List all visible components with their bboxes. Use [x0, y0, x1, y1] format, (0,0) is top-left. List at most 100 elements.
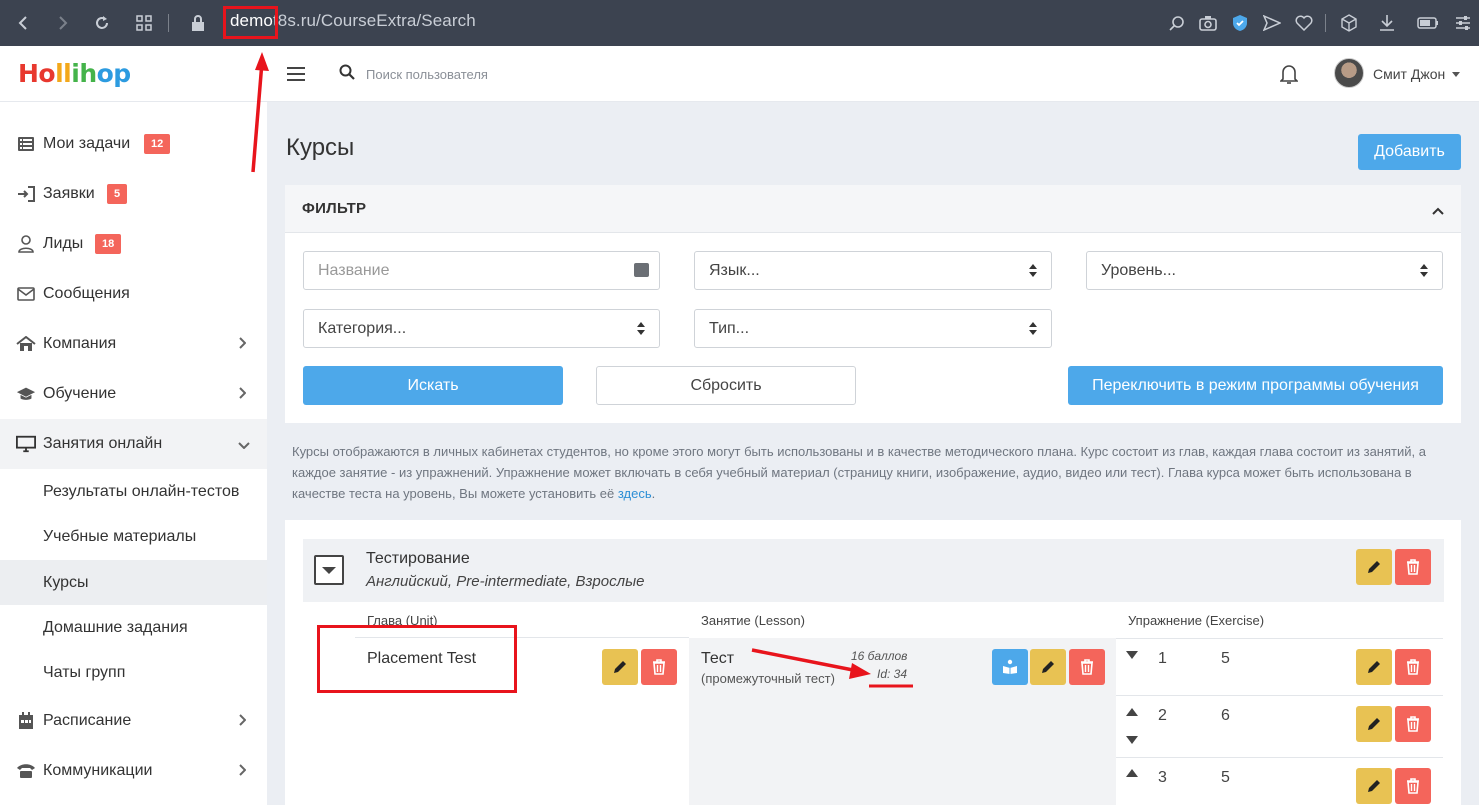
shield-icon[interactable]	[1229, 0, 1251, 46]
sidebar-item-label: Мои задачи	[43, 135, 131, 152]
battery-icon[interactable]	[1416, 0, 1440, 46]
sidebar-subitem-group-chats[interactable]: Чаты групп	[0, 650, 267, 695]
edit-unit-button[interactable]	[602, 649, 638, 685]
delete-exercise-button[interactable]	[1395, 768, 1431, 804]
notifications-bell-icon[interactable]	[1280, 63, 1298, 85]
edit-exercise-button[interactable]	[1356, 768, 1392, 804]
sign-in-icon	[16, 184, 36, 204]
chevron-down-icon	[238, 436, 250, 452]
edit-exercise-button[interactable]	[1356, 706, 1392, 742]
sidebar-item-messages[interactable]: Сообщения	[0, 269, 267, 319]
trash-icon	[1407, 659, 1419, 675]
trash-icon	[1407, 559, 1419, 575]
sidebar-subitem-courses[interactable]: Курсы	[0, 560, 267, 605]
select-arrows-icon	[1029, 264, 1037, 278]
switch-mode-button[interactable]: Переключить в режим программы обучения	[1068, 366, 1443, 405]
delete-exercise-button[interactable]	[1395, 706, 1431, 742]
select-arrows-icon	[1029, 322, 1037, 336]
sidebar-subitem-label: Чаты групп	[43, 663, 126, 681]
move-down-arrow-icon[interactable]	[1126, 651, 1138, 659]
forward-icon[interactable]	[52, 0, 74, 46]
language-select[interactable]: Язык...	[694, 251, 1052, 290]
chevron-up-icon[interactable]	[1432, 202, 1444, 218]
reset-button[interactable]: Сбросить	[596, 366, 856, 405]
tabs-grid-icon[interactable]	[133, 0, 155, 46]
edit-exercise-button[interactable]	[1356, 649, 1392, 685]
user-search-input[interactable]	[366, 61, 666, 87]
edit-lesson-button[interactable]	[1030, 649, 1066, 685]
delete-lesson-button[interactable]	[1069, 649, 1105, 685]
annotation-highlight-unit	[317, 625, 517, 693]
home-icon	[16, 334, 36, 354]
filter-header[interactable]: ФИЛЬТР	[285, 185, 1461, 233]
sidebar-item-leads[interactable]: Лиды 18	[0, 219, 267, 269]
user-avatar[interactable]	[1334, 58, 1364, 88]
move-down-arrow-icon[interactable]	[1126, 736, 1138, 744]
edit-course-button[interactable]	[1356, 549, 1392, 585]
sidebar-item-label: Компания	[43, 335, 117, 352]
lesson-score: 16 баллов	[851, 649, 908, 663]
tasks-icon	[16, 134, 36, 154]
sidebar-item-tasks[interactable]: Мои задачи 12	[0, 119, 267, 169]
add-course-button[interactable]: Добавить	[1358, 134, 1461, 170]
category-select[interactable]: Категория...	[303, 309, 660, 348]
logo-part: ll	[55, 59, 72, 88]
cube-icon[interactable]	[1338, 0, 1360, 46]
pencil-icon	[1368, 661, 1380, 673]
sidebar-item-company[interactable]: Компания	[0, 319, 267, 369]
send-icon[interactable]	[1261, 0, 1283, 46]
filter-title: ФИЛЬТР	[302, 200, 367, 217]
trash-icon	[653, 659, 665, 675]
delete-unit-button[interactable]	[641, 649, 677, 685]
sidebar-item-label: Обучение	[43, 385, 117, 402]
url-path: t8s.ru/CourseExtra/Search	[272, 11, 476, 30]
trash-icon	[1407, 716, 1419, 732]
exercise-row-divider	[1116, 757, 1443, 758]
hamburger-menu-icon[interactable]	[287, 67, 305, 81]
exercise-row-divider	[1116, 695, 1443, 696]
sidebar-subitem-test-results[interactable]: Результаты онлайн-тестов	[0, 469, 267, 514]
sidebar-subitem-label: Результаты онлайн-тестов	[43, 482, 240, 500]
exercise-column-title: Упражнение (Exercise)	[1128, 613, 1265, 628]
move-up-arrow-icon[interactable]	[1126, 769, 1138, 777]
sidebar-item-label: Занятия онлайн	[43, 435, 163, 452]
user-name[interactable]: Смит Джон	[1373, 66, 1445, 82]
search-button[interactable]: Искать	[303, 366, 563, 405]
sidebar-item-schedule[interactable]: Расписание	[0, 696, 267, 746]
sidebar-item-education[interactable]: Обучение	[0, 369, 267, 419]
delete-exercise-button[interactable]	[1395, 649, 1431, 685]
hollihop-logo[interactable]: Hollihop	[18, 59, 131, 88]
delete-course-button[interactable]	[1395, 549, 1431, 585]
level-select[interactable]: Уровень...	[1086, 251, 1443, 290]
requests-count-badge: 5	[107, 184, 128, 204]
chevron-right-icon	[238, 763, 247, 779]
lesson-preview-button[interactable]	[992, 649, 1028, 685]
camera-icon[interactable]	[1197, 0, 1219, 46]
sidebar-subitem-homework[interactable]: Домашние задания	[0, 605, 267, 650]
exercise-value: 5	[1221, 769, 1230, 786]
sidebar-item-communications[interactable]: Коммуникации	[0, 746, 267, 796]
sidebar-item-requests[interactable]: Заявки 5	[0, 169, 267, 219]
back-icon[interactable]	[12, 0, 34, 46]
logo-part: ih	[71, 59, 97, 88]
lock-icon	[188, 0, 208, 46]
course-name-field[interactable]: Название	[303, 251, 660, 290]
collapse-toggle-icon[interactable]	[314, 555, 344, 585]
type-select[interactable]: Тип...	[694, 309, 1052, 348]
envelope-icon	[16, 284, 36, 304]
calendar-icon	[16, 711, 36, 731]
sidebar-item-online-lessons[interactable]: Занятия онлайн	[0, 419, 267, 469]
lesson-type: (промежуточный тест)	[701, 671, 835, 686]
heart-icon[interactable]	[1293, 0, 1315, 46]
menu-settings-icon[interactable]	[1452, 0, 1474, 46]
user-menu-caret-icon[interactable]	[1452, 72, 1460, 77]
download-icon[interactable]	[1376, 0, 1398, 46]
sidebar-item-label: Расписание	[43, 712, 132, 729]
reload-icon[interactable]	[91, 0, 113, 46]
sidebar-subitem-label: Курсы	[43, 573, 89, 591]
zoom-search-icon[interactable]	[1166, 0, 1188, 46]
chevron-right-icon	[238, 386, 247, 402]
sidebar-subitem-materials[interactable]: Учебные материалы	[0, 514, 267, 559]
info-link[interactable]: здесь	[618, 486, 652, 501]
move-up-arrow-icon[interactable]	[1126, 708, 1138, 716]
